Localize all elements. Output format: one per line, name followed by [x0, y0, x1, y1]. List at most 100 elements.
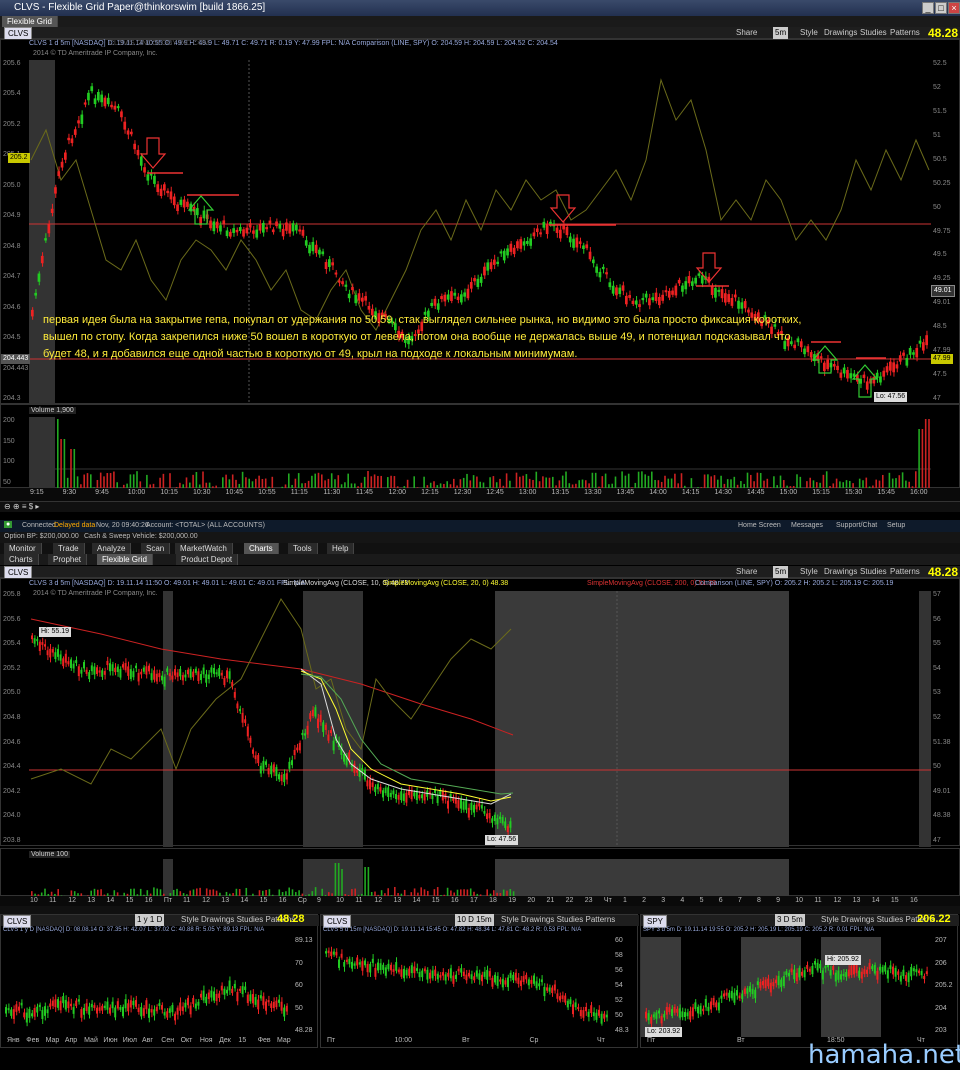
close-button[interactable]: × [948, 2, 960, 14]
top-price-panel[interactable]: CLVS 1 d 5m [NASDAQ] D: 19.11.14 10:55 O… [0, 39, 960, 404]
volume-bar [628, 474, 630, 489]
axis-tick: 70 [295, 960, 303, 967]
axis-tick: 55 [933, 640, 941, 647]
window-titlebar[interactable]: CLVS - Flexible Grid Paper@thinkorswim [… [0, 0, 960, 16]
time-tick: 14 [240, 897, 248, 904]
tab-charts[interactable]: Charts [244, 543, 279, 554]
mid-drawings-button[interactable]: Drawings [824, 566, 857, 578]
volume-bar [57, 419, 59, 489]
left-lo-tag: 204.443 [1, 354, 30, 364]
tab-marketwatch[interactable]: MarketWatch [175, 543, 233, 554]
axis-tick: 205.2 [3, 121, 21, 128]
axis-tick: 204.2 [3, 788, 21, 795]
axis-tick: 204.0 [3, 812, 21, 819]
tab-product-depot[interactable]: Product Depot [176, 554, 238, 565]
volume-bar [374, 474, 376, 489]
mid-aggregation-select[interactable]: 5m [773, 566, 788, 578]
tab-prophet[interactable]: Prophet [48, 554, 87, 565]
support-button[interactable]: Support/Chat [836, 522, 877, 529]
volume-bar [338, 475, 340, 489]
time-tick: 4 [680, 897, 684, 904]
tab-scan[interactable]: Scan [141, 543, 170, 554]
mini-chart-clvs-0[interactable]: CLVS 1 y 1 D Style Drawings Studies Patt… [0, 914, 318, 1048]
time-tick: 5 [700, 897, 704, 904]
mid-price-panel[interactable]: CLVS 3 d 5m [NASDAQ] D: 19.11.14 11:50 O… [0, 578, 960, 846]
top-volume-panel[interactable]: Volume 1,900 20015010050 [0, 404, 960, 488]
zoom-controls[interactable]: ⊖ ⊕ ≡ $ ▸ [4, 501, 39, 513]
mid-chart-toolbar: CLVS Share 5m Style Drawings Studies Pat… [0, 566, 960, 578]
setup-button[interactable]: Setup [887, 522, 905, 529]
tab-trade[interactable]: Trade [53, 543, 85, 554]
right-current-tag: 49.01 [931, 285, 955, 297]
time-tick: 13 [221, 897, 229, 904]
tab-help[interactable]: Help [327, 543, 354, 554]
tab-analyze[interactable]: Analyze [92, 543, 131, 554]
tab-flexible-grid[interactable]: Flexible Grid [97, 554, 153, 565]
style-button[interactable]: Style [800, 27, 818, 39]
home-screen-button[interactable]: Home Screen [738, 522, 781, 529]
volume-bar [625, 476, 627, 489]
volume-bar [720, 476, 722, 489]
time-tick: 11 [49, 897, 56, 904]
axis-tick: 206 [935, 960, 947, 967]
axis-tick: 203.8 [3, 837, 21, 844]
tab-charts[interactable]: Charts [4, 554, 39, 565]
time-tick: Ноя [200, 1037, 213, 1044]
studies-button[interactable]: Studies [860, 27, 887, 39]
mini-chart-spy-2[interactable]: SPY 3 D 5m Style Drawings Studies Patter… [640, 914, 958, 1048]
time-tick: Июн [103, 1037, 117, 1044]
mid-left-axis: 205.8205.6205.4205.2205.0204.8204.6204.4… [1, 591, 29, 847]
volume-bar [565, 472, 567, 489]
mid-share-button[interactable]: Share [736, 566, 757, 578]
volume-bar [918, 429, 920, 489]
tab-monitor[interactable]: Monitor [4, 543, 42, 554]
axis-tick: 49.75 [933, 228, 951, 235]
time-tick: 13 [393, 897, 401, 904]
right-y-tag: 47.99 [931, 354, 953, 364]
axis-tick: 204.5 [3, 334, 21, 341]
minimize-button[interactable]: _ [922, 2, 934, 14]
time-tick: 15 [891, 897, 899, 904]
time-tick: Пт [327, 1037, 335, 1044]
time-tick: 13:30 [584, 489, 602, 496]
aggregation-select[interactable]: 5m [773, 27, 788, 39]
mid-chart-controls [0, 906, 960, 914]
time-tick: 15 [238, 1037, 246, 1044]
time-tick: 14 [872, 897, 880, 904]
patterns-button[interactable]: Patterns [890, 27, 920, 39]
mid-patterns-button[interactable]: Patterns [890, 566, 920, 578]
flexible-grid-tab[interactable]: Flexible Grid [2, 16, 58, 27]
tab-tools[interactable]: Tools [288, 543, 318, 554]
mid-volume-panel[interactable]: Volume 100 [0, 848, 960, 896]
axis-tick: 57 [933, 591, 941, 598]
maximize-button[interactable]: □ [935, 2, 947, 14]
drawings-button[interactable]: Drawings [824, 27, 857, 39]
time-tick: Май [84, 1037, 98, 1044]
share-button[interactable]: Share [736, 27, 757, 39]
delay-text: Delayed data [54, 522, 95, 529]
messages-button[interactable]: Messages [791, 522, 823, 529]
volume-bar [298, 473, 300, 489]
axis-tick: 51.38 [933, 739, 951, 746]
axis-tick: 204.8 [3, 714, 21, 721]
axis-tick: 52 [615, 997, 623, 1004]
volume-bar [714, 475, 716, 489]
volume-bar [681, 473, 683, 489]
axis-tick: 205.2 [3, 665, 21, 672]
mini-chart-clvs-1[interactable]: CLVS 10 D 15m Style Drawings Studies Pat… [320, 914, 638, 1048]
left-current-tag: 205.2 [8, 153, 30, 163]
mid-studies-button[interactable]: Studies [860, 566, 887, 578]
time-tick: 2 [642, 897, 646, 904]
time-tick: 12:00 [389, 489, 407, 496]
volume-bar [258, 476, 260, 489]
axis-tick: 204.6 [3, 739, 21, 746]
axis-tick: 51.5 [933, 108, 947, 115]
time-tick: 9:15 [30, 489, 44, 496]
volume-bar [390, 476, 392, 489]
account-select[interactable]: Account: <TOTAL> (ALL ACCOUNTS) [146, 522, 265, 529]
mid-style-button[interactable]: Style [800, 566, 818, 578]
axis-tick: 50.25 [933, 180, 951, 187]
axis-tick: 49.5 [933, 251, 947, 258]
axis-tick: 100 [3, 458, 15, 465]
volume-bar [338, 863, 340, 897]
